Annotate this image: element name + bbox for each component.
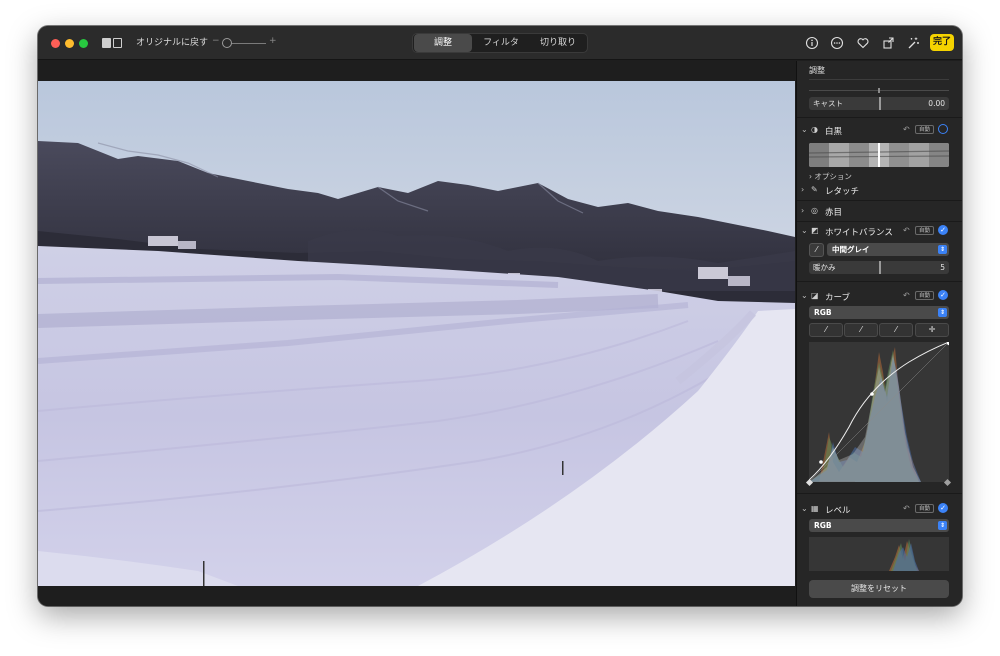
split-view-icon[interactable]	[102, 38, 122, 48]
curves-title: カーブ	[825, 293, 850, 303]
chevron-down-icon[interactable]: ⌄	[801, 291, 808, 300]
toolbar: オリジナルに戻す − + 調整 フィルタ 切り取り 完了	[38, 26, 962, 60]
done-button[interactable]: 完了	[930, 34, 954, 51]
curves-checkmark-icon[interactable]: ✓	[938, 290, 948, 300]
cast-field[interactable]: キャスト 0.00	[809, 97, 949, 110]
add-point-icon[interactable]: ✛	[915, 323, 949, 337]
warmth-field[interactable]: 暖かみ 5	[809, 261, 949, 274]
white-balance-title: ホワイトバランス	[825, 228, 893, 238]
black-white-icon: ◑	[811, 125, 818, 134]
black-point-eyedropper-icon[interactable]: ⁄	[809, 323, 843, 337]
tab-crop[interactable]: 切り取り	[529, 34, 587, 52]
zoom-plus-label: +	[269, 36, 277, 46]
minimize-button[interactable]	[65, 39, 74, 48]
options-label: オプション	[814, 172, 852, 181]
more-icon[interactable]	[830, 36, 844, 50]
adjust-slider-mark	[878, 88, 880, 93]
photo-image[interactable]	[38, 81, 795, 586]
levels-icon: ▦	[811, 504, 819, 513]
warmth-label: 暖かみ	[813, 263, 836, 272]
zoom-button[interactable]	[79, 39, 88, 48]
photos-edit-window: オリジナルに戻す − + 調整 フィルタ 切り取り 完了 調整 キャスト 0.0…	[38, 26, 962, 606]
revert-to-original-button[interactable]: オリジナルに戻す	[130, 34, 214, 52]
levels-auto-button[interactable]: 自動	[915, 504, 935, 513]
levels-title: レベル	[825, 506, 851, 516]
undo-icon[interactable]: ↶	[903, 226, 910, 235]
white-balance-section-header[interactable]: ⌄ ◩ ホワイトバランス ↶ 自動 ✓	[797, 223, 962, 239]
black-white-title: 白黒	[825, 127, 843, 137]
curves-channel-value: RGB	[814, 308, 832, 317]
chevron-down-icon[interactable]: ⌄	[801, 504, 808, 513]
heart-icon[interactable]	[856, 36, 870, 50]
share-icon[interactable]	[881, 36, 895, 50]
curves-channel-select[interactable]: RGB ⇕	[809, 306, 949, 319]
curves-histogram[interactable]	[808, 340, 952, 483]
levels-checkmark-icon[interactable]: ✓	[938, 503, 948, 513]
levels-channel-select[interactable]: RGB ⇕	[809, 519, 949, 532]
black-white-auto-button[interactable]: 自動	[915, 125, 935, 134]
white-balance-mode-value: 中間グレイ	[832, 245, 870, 254]
chevron-right-icon[interactable]: ›	[801, 185, 804, 194]
red-eye-title: 赤目	[825, 208, 843, 218]
warmth-slider-mark	[879, 261, 881, 274]
cast-label: キャスト	[813, 99, 843, 108]
select-arrows-icon: ⇕	[938, 245, 947, 254]
retouch-section-header[interactable]: › ✎ レタッチ	[797, 182, 962, 198]
tab-adjust[interactable]: 調整	[414, 34, 472, 52]
curves-section-header[interactable]: ⌄ ◪ カーブ ↶ 自動 ✓	[797, 288, 962, 304]
eyedropper-icon[interactable]: ⁄	[809, 243, 824, 257]
zoom-slider-knob[interactable]	[222, 38, 232, 48]
undo-icon[interactable]: ↶	[903, 504, 910, 513]
close-button[interactable]	[51, 39, 60, 48]
cast-value: 0.00	[928, 99, 945, 108]
select-arrows-icon: ⇕	[938, 308, 947, 317]
reset-adjustments-button[interactable]: 調整をリセット	[809, 580, 949, 598]
black-white-preview-strip[interactable]	[809, 143, 949, 167]
edit-mode-segmented-control: 調整 フィルタ 切り取り	[412, 33, 588, 53]
black-white-section-header[interactable]: ⌄ ◑ 白黒 ↶ 自動	[797, 122, 962, 138]
chevron-down-icon[interactable]: ⌄	[801, 226, 808, 235]
gray-point-eyedropper-icon[interactable]: ⁄	[844, 323, 878, 337]
curves-icon: ◪	[811, 291, 819, 300]
panel-heading: 調整	[809, 66, 825, 75]
retouch-title: レタッチ	[825, 187, 860, 197]
info-icon[interactable]	[805, 36, 819, 50]
adjust-panel: 調整 キャスト 0.00 ⌄ ◑ 白黒 ↶ 自動 › オプション › ✎ レタッ…	[796, 61, 962, 606]
cast-slider-mark	[879, 97, 881, 110]
bandage-icon: ✎	[811, 185, 818, 194]
white-balance-auto-button[interactable]: 自動	[915, 226, 935, 235]
tab-filters[interactable]: フィルタ	[473, 34, 529, 52]
white-balance-mode-select[interactable]: 中間グレイ ⇕	[827, 243, 949, 256]
magic-wand-icon[interactable]	[906, 36, 920, 50]
levels-section-header[interactable]: ⌄ ▦ レベル ↶ 自動 ✓	[797, 501, 962, 517]
red-eye-section-header[interactable]: › ◎ 赤目	[797, 203, 962, 219]
photo-canvas	[38, 61, 795, 606]
warmth-value: 5	[940, 263, 945, 272]
chevron-down-icon[interactable]: ⌄	[801, 125, 808, 134]
select-arrows-icon: ⇕	[938, 521, 947, 530]
white-balance-icon: ◩	[811, 226, 819, 235]
zoom-minus-label: −	[212, 36, 220, 46]
levels-channel-value: RGB	[814, 521, 832, 530]
chevron-right-icon[interactable]: ›	[801, 206, 804, 215]
undo-icon[interactable]: ↶	[903, 125, 910, 134]
eye-icon: ◎	[811, 206, 818, 215]
white-balance-checkmark-icon[interactable]: ✓	[938, 225, 948, 235]
white-point-handle[interactable]	[943, 478, 952, 487]
white-point-eyedropper-icon[interactable]: ⁄	[879, 323, 913, 337]
levels-histogram[interactable]	[809, 537, 949, 571]
black-white-toggle-icon[interactable]	[938, 124, 948, 134]
undo-icon[interactable]: ↶	[903, 291, 910, 300]
black-white-options-toggle[interactable]: › オプション	[809, 171, 852, 182]
curves-auto-button[interactable]: 自動	[915, 291, 935, 300]
